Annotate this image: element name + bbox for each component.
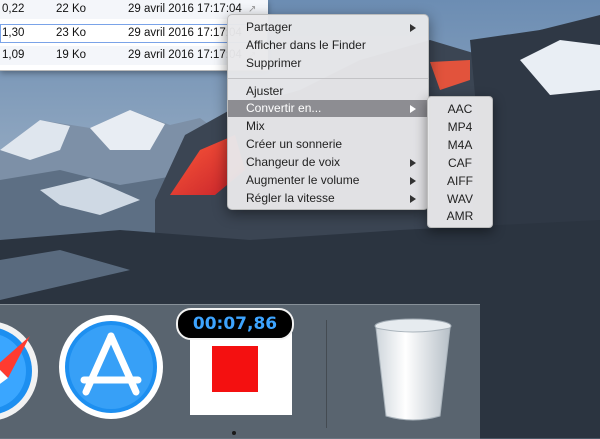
menu-item-label: Régler la vitesse bbox=[246, 191, 335, 205]
submenu-arrow-icon bbox=[410, 159, 416, 167]
format-caf[interactable]: CAF bbox=[428, 155, 492, 172]
row-date: 29 avril 2016 17:17:04 bbox=[128, 49, 242, 61]
menu-item-partager[interactable]: Partager bbox=[228, 19, 428, 36]
menu-item-changeur-voix[interactable]: Changeur de voix bbox=[228, 154, 428, 171]
safari-compass-icon[interactable] bbox=[0, 316, 44, 426]
row-duration: 1,30 bbox=[2, 27, 25, 39]
menu-item-label: Ajuster bbox=[246, 84, 284, 98]
row-duration: 0,22 bbox=[2, 3, 25, 15]
row-date: 29 avril 2016 17:17:04 bbox=[128, 3, 242, 15]
trash-icon[interactable] bbox=[368, 316, 458, 426]
menu-item-label: Changeur de voix bbox=[246, 155, 341, 169]
row-size: 22 Ko bbox=[56, 3, 87, 15]
stop-record-icon[interactable] bbox=[212, 346, 258, 392]
submenu-arrow-icon bbox=[410, 195, 416, 203]
submenu-arrow-icon bbox=[410, 177, 416, 185]
menu-separator bbox=[228, 78, 428, 79]
convert-submenu: AAC MP4 M4A CAF AIFF WAV AMR bbox=[427, 96, 493, 228]
context-menu: Partager Afficher dans le Finder Supprim… bbox=[227, 14, 429, 210]
menu-item-label: Partager bbox=[246, 20, 293, 34]
format-wav[interactable]: WAV bbox=[428, 191, 492, 208]
recording-timer: 00:07,86 bbox=[176, 308, 294, 340]
row-date: 29 avril 2016 17:17:04 bbox=[128, 27, 242, 39]
menu-item-volume[interactable]: Augmenter le volume bbox=[228, 172, 428, 189]
timer-value: 00:07,86 bbox=[192, 314, 278, 334]
menu-item-label: Convertir en... bbox=[246, 101, 322, 115]
menu-item-supprimer[interactable]: Supprimer bbox=[228, 55, 428, 72]
menu-item-mix[interactable]: Mix bbox=[228, 118, 428, 135]
menu-item-label: Augmenter le volume bbox=[246, 173, 360, 187]
row-duration: 1,09 bbox=[2, 49, 25, 61]
app-running-indicator bbox=[232, 431, 236, 435]
menu-item-label: Afficher dans le Finder bbox=[246, 38, 366, 52]
submenu-arrow-icon bbox=[410, 105, 416, 113]
menu-item-convertir[interactable]: Convertir en... bbox=[228, 100, 428, 117]
menu-item-ajuster[interactable]: Ajuster bbox=[228, 83, 428, 100]
format-mp4[interactable]: MP4 bbox=[428, 119, 492, 136]
submenu-arrow-icon bbox=[410, 24, 416, 32]
menu-item-label: Supprimer bbox=[246, 56, 302, 70]
menu-item-afficher-finder[interactable]: Afficher dans le Finder bbox=[228, 37, 428, 54]
dock-divider bbox=[326, 320, 327, 428]
menu-item-label: Mix bbox=[246, 119, 265, 133]
app-store-icon[interactable] bbox=[58, 314, 164, 420]
menu-item-sonnerie[interactable]: Créer un sonnerie bbox=[228, 136, 428, 153]
menu-item-vitesse[interactable]: Régler la vitesse bbox=[228, 190, 428, 207]
menu-item-label: Créer un sonnerie bbox=[246, 137, 343, 151]
format-m4a[interactable]: M4A bbox=[428, 137, 492, 154]
row-size: 23 Ko bbox=[56, 27, 87, 39]
format-aac[interactable]: AAC bbox=[428, 101, 492, 118]
row-size: 19 Ko bbox=[56, 49, 87, 61]
format-aiff[interactable]: AIFF bbox=[428, 173, 492, 190]
format-amr[interactable]: AMR bbox=[428, 208, 492, 225]
